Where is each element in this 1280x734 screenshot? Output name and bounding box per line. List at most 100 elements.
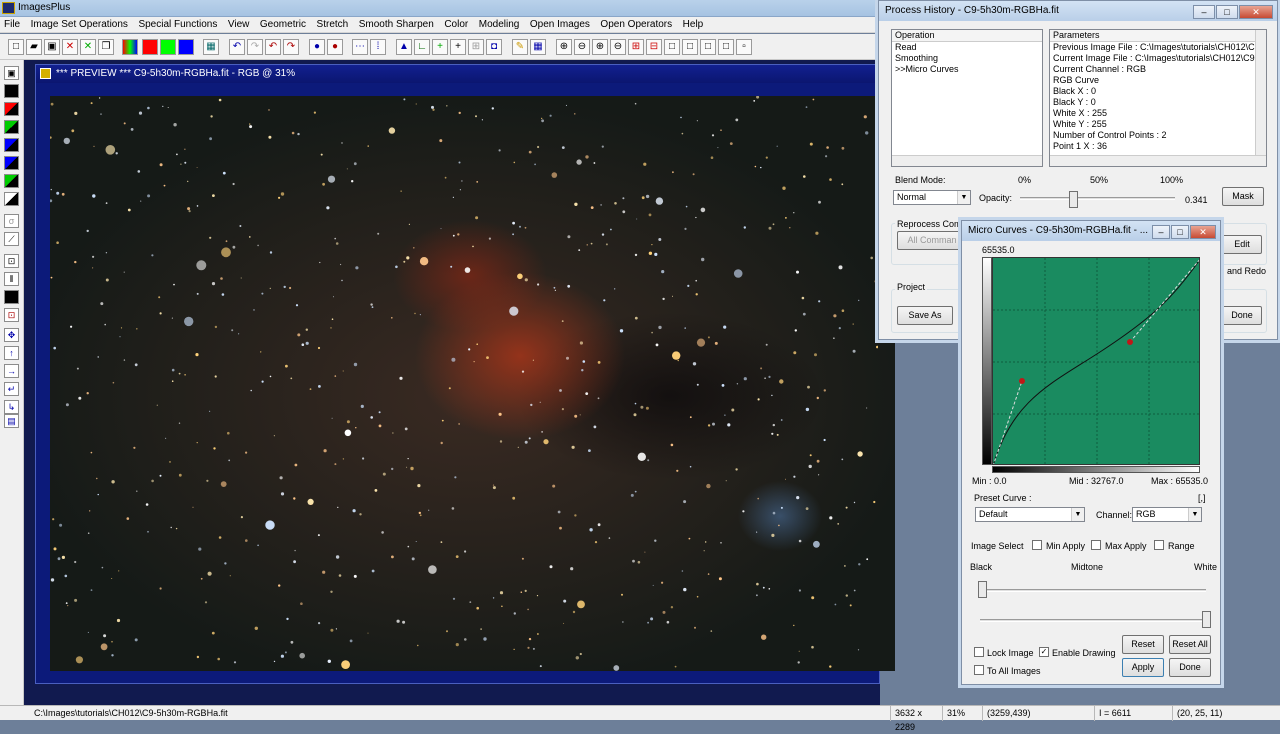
minimize-icon[interactable]: – bbox=[1193, 5, 1215, 19]
circle-select-red-icon[interactable]: ● bbox=[327, 39, 343, 55]
white-point-slider-thumb[interactable] bbox=[1202, 611, 1211, 628]
menu-smooth-sharpen[interactable]: Smooth Sharpen bbox=[355, 17, 438, 33]
blue-channel-icon[interactable] bbox=[178, 39, 194, 55]
operation-item[interactable]: Read bbox=[892, 42, 1042, 53]
parameters-hscroll[interactable] bbox=[1050, 155, 1266, 166]
maximize-icon[interactable]: □ bbox=[1216, 5, 1238, 19]
max-apply-checkbox[interactable] bbox=[1091, 540, 1101, 550]
menu-stretch[interactable]: Stretch bbox=[313, 17, 353, 33]
black-white-slider-track[interactable] bbox=[980, 589, 1206, 592]
lasso-icon[interactable]: σ bbox=[4, 214, 19, 228]
parameters-vscroll[interactable] bbox=[1255, 30, 1266, 156]
save-tool-icon[interactable]: ▣ bbox=[4, 66, 19, 80]
lock-image-checkbox[interactable] bbox=[974, 647, 984, 657]
arrow-up-icon[interactable]: ↑ bbox=[4, 346, 19, 360]
rotate-right-icon[interactable]: ↳ bbox=[4, 400, 19, 414]
parameters-list[interactable]: Parameters Previous Image File : C:\Imag… bbox=[1049, 29, 1267, 167]
black-swatch-icon[interactable] bbox=[4, 84, 19, 98]
matrix-icon[interactable]: ▦ bbox=[530, 39, 546, 55]
move-icon[interactable]: ✥ bbox=[4, 328, 19, 342]
done-button[interactable]: Done bbox=[1169, 658, 1211, 677]
open-folder-icon[interactable]: ▰ bbox=[26, 39, 42, 55]
green-channel-icon[interactable] bbox=[160, 39, 176, 55]
zoom-fit-icon[interactable]: ⊕ bbox=[592, 39, 608, 55]
menu-geometric[interactable]: Geometric bbox=[256, 17, 310, 33]
plus-green-icon[interactable]: + bbox=[432, 39, 448, 55]
preset-curve-select[interactable]: Default ▼ bbox=[975, 507, 1085, 522]
close-icon[interactable]: ✕ bbox=[1190, 225, 1216, 239]
rgb-icon[interactable] bbox=[122, 39, 138, 55]
menu-help[interactable]: Help bbox=[679, 17, 708, 33]
min-apply-checkbox[interactable] bbox=[1032, 540, 1042, 550]
menu-open-operators[interactable]: Open Operators bbox=[596, 17, 676, 33]
rotate-left-icon[interactable]: ↵ bbox=[4, 382, 19, 396]
black-point-slider-thumb[interactable] bbox=[978, 581, 987, 598]
process-history-titlebar[interactable]: Process History - C9-5h30m-RGBHa.fit – □ ✕ bbox=[879, 1, 1277, 21]
arrow-right-icon[interactable]: → bbox=[4, 364, 19, 378]
operations-list[interactable]: Operation Read Smoothing >>Micro Curves bbox=[891, 29, 1043, 167]
midtone-slider-track[interactable] bbox=[980, 619, 1206, 622]
points-icon[interactable]: ⁞ bbox=[370, 39, 386, 55]
save-as-button[interactable]: Save As bbox=[897, 306, 953, 325]
zoom-in-icon[interactable]: ⊕ bbox=[556, 39, 572, 55]
circle-select-icon[interactable]: ● bbox=[309, 39, 325, 55]
green-swatch-2-icon[interactable] bbox=[4, 174, 19, 188]
apply-button[interactable]: Apply bbox=[1122, 658, 1164, 677]
all-commands-button[interactable]: All Comman bbox=[897, 231, 967, 250]
save-icon[interactable]: ▣ bbox=[44, 39, 60, 55]
range-checkbox[interactable] bbox=[1154, 540, 1164, 550]
menu-image-set-operations[interactable]: Image Set Operations bbox=[27, 17, 132, 33]
table-icon[interactable]: ⊞ bbox=[468, 39, 484, 55]
minimize-icon[interactable]: – bbox=[1152, 225, 1170, 239]
zoom-actual-icon[interactable]: ⊖ bbox=[610, 39, 626, 55]
mask-button[interactable]: Mask bbox=[1222, 187, 1264, 206]
operation-item[interactable]: >>Micro Curves bbox=[892, 64, 1042, 75]
close-icon[interactable]: ✕ bbox=[1239, 5, 1273, 19]
menu-file[interactable]: File bbox=[0, 17, 24, 33]
white-swatch-icon[interactable] bbox=[4, 192, 19, 206]
micro-curves-titlebar[interactable]: Micro Curves - C9-5h30m-RGBHa.fit - ... … bbox=[962, 221, 1220, 241]
close-red-icon[interactable]: ✕ bbox=[62, 39, 78, 55]
close-green-icon[interactable]: ✕ bbox=[80, 39, 96, 55]
maximize-icon[interactable]: □ bbox=[1171, 225, 1189, 239]
blue-swatch-2-icon[interactable] bbox=[4, 156, 19, 170]
info-icon[interactable]: ▤ bbox=[4, 414, 19, 428]
menu-color[interactable]: Color bbox=[440, 17, 472, 33]
undo-all-icon[interactable]: ↶ bbox=[265, 39, 281, 55]
add-red-icon[interactable]: ⊞ bbox=[628, 39, 644, 55]
done-button[interactable]: Done bbox=[1222, 306, 1262, 325]
dots-icon[interactable]: ⋯ bbox=[352, 39, 368, 55]
operation-item[interactable]: Smoothing bbox=[892, 53, 1042, 64]
opacity-slider-track[interactable] bbox=[1020, 197, 1175, 200]
crosshair-icon[interactable]: + bbox=[450, 39, 466, 55]
menu-special-functions[interactable]: Special Functions bbox=[134, 17, 221, 33]
new-file-icon[interactable]: □ bbox=[8, 39, 24, 55]
window-e-icon[interactable]: ▫ bbox=[736, 39, 752, 55]
edit-button[interactable]: Edit bbox=[1222, 235, 1262, 254]
reset-all-button[interactable]: Reset All bbox=[1169, 635, 1211, 654]
control-point[interactable] bbox=[1127, 339, 1133, 345]
menu-view[interactable]: View bbox=[224, 17, 254, 33]
control-point[interactable] bbox=[1019, 378, 1025, 384]
black-bar-icon[interactable] bbox=[4, 290, 19, 304]
axis-icon[interactable]: ∟ bbox=[414, 39, 430, 55]
select-red-icon[interactable]: ⊡ bbox=[4, 308, 19, 322]
levels-icon[interactable]: ⦀ bbox=[4, 272, 19, 286]
preview-titlebar[interactable]: *** PREVIEW *** C9-5h30m-RGBHa.fit - RGB… bbox=[36, 65, 879, 83]
pencil-icon[interactable]: ✎ bbox=[512, 39, 528, 55]
redo-all-icon[interactable]: ↷ bbox=[283, 39, 299, 55]
reset-button[interactable]: Reset bbox=[1122, 635, 1164, 654]
window-a-icon[interactable]: □ bbox=[664, 39, 680, 55]
remove-red-icon[interactable]: ⊟ bbox=[646, 39, 662, 55]
opacity-slider-thumb[interactable] bbox=[1068, 191, 1078, 208]
line-tool-icon[interactable]: ⟋ bbox=[4, 232, 19, 246]
blue-swatch-icon[interactable] bbox=[4, 138, 19, 152]
triangle-icon[interactable]: ▲ bbox=[396, 39, 412, 55]
enable-drawing-checkbox[interactable]: ✓ bbox=[1039, 647, 1049, 657]
window-c-icon[interactable]: □ bbox=[700, 39, 716, 55]
zoom-out-icon[interactable]: ⊖ bbox=[574, 39, 590, 55]
operations-hscroll[interactable] bbox=[892, 155, 1042, 166]
grid-icon[interactable]: ▦ bbox=[203, 39, 219, 55]
curve-graph[interactable] bbox=[992, 257, 1200, 465]
camera-icon[interactable]: ◘ bbox=[486, 39, 502, 55]
